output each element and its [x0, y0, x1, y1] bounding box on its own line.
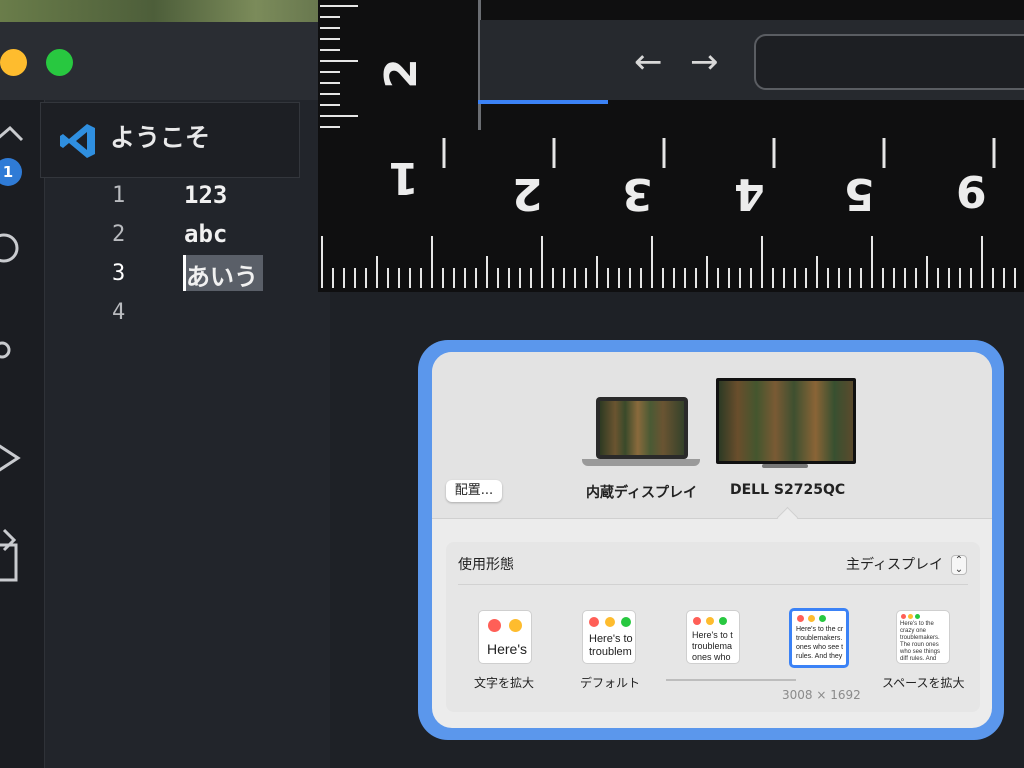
- explorer-icon: [0, 125, 24, 142]
- run-debug-icon: [0, 444, 21, 472]
- minimize-dot-icon: [808, 615, 815, 622]
- vscode-logo-icon: [60, 124, 95, 158]
- resolution-scale-track: [666, 679, 796, 681]
- usage-select[interactable]: 主ディスプレイ: [846, 554, 943, 574]
- external-display-thumbnail[interactable]: [716, 378, 856, 464]
- tab-label: ようこそ: [110, 123, 211, 152]
- ruler-number: 2: [375, 58, 427, 89]
- display-arrangement-area: [432, 352, 992, 519]
- activity-icons: [0, 125, 24, 582]
- source-control-icon: [0, 341, 11, 359]
- close-dot-icon: [797, 615, 804, 622]
- close-dot-icon: [901, 614, 906, 619]
- preview-text: Here's to the cr troublemakers. ones who…: [796, 626, 844, 660]
- resolution-label-larger-text: 文字を拡大: [474, 676, 535, 690]
- line-number: 4: [112, 300, 126, 325]
- ruler-number: 4: [734, 168, 765, 219]
- close-dot-icon: [488, 619, 501, 632]
- line-number-active: 3: [112, 261, 126, 286]
- resolution-value: 3008 × 1692: [782, 688, 861, 702]
- resolution-label-default: デフォルト: [580, 676, 641, 690]
- display-name-label: DELL S2725QC: [730, 482, 846, 498]
- resolution-option-default[interactable]: Here's to troublem: [582, 610, 636, 664]
- resolution-label-more-space: スペースを拡大: [882, 676, 965, 690]
- minimize-dot-icon: [605, 617, 615, 627]
- laptop-base: [582, 459, 700, 466]
- preview-text: Here's to t troublema ones who: [692, 630, 733, 662]
- ruler-number: 1: [388, 152, 419, 203]
- activity-bar: 1: [0, 100, 45, 768]
- display-name-label: 内蔵ディスプレイ: [586, 485, 698, 501]
- ruler-number: 6: [956, 168, 987, 219]
- resolution-option-larger-text[interactable]: Here's: [478, 610, 532, 664]
- back-icon[interactable]: ←: [634, 42, 663, 82]
- zoom-button[interactable]: [46, 49, 73, 76]
- line-number: 2: [112, 222, 126, 247]
- resolution-option-3[interactable]: Here's to t troublema ones who: [686, 610, 740, 664]
- minimize-dot-icon: [908, 614, 913, 619]
- usage-label: 使用形態: [458, 557, 514, 573]
- zoom-dot-icon: [819, 615, 826, 622]
- ruler-vertical-piece: 2: [318, 0, 481, 130]
- code-line[interactable]: あいう: [186, 257, 258, 292]
- extensions-icon: [0, 543, 18, 582]
- ruler-number: 2: [512, 168, 543, 219]
- ruler-number: 3: [622, 168, 653, 219]
- wallpaper-preview: [719, 381, 853, 461]
- resolution-option-4-selected[interactable]: Here's to the cr troublemakers. ones who…: [789, 608, 849, 668]
- close-dot-icon: [693, 617, 701, 625]
- wallpaper-preview: [600, 401, 684, 455]
- line-number: 1: [112, 183, 126, 208]
- preview-text: Here's to troublem: [589, 633, 633, 658]
- minimize-dot-icon: [706, 617, 714, 625]
- close-dot-icon: [589, 617, 599, 627]
- address-bar[interactable]: [754, 34, 1024, 90]
- preview-text: Here's: [487, 641, 528, 657]
- resolution-option-more-space[interactable]: Here's to the crazy one troublemakers. T…: [896, 610, 950, 664]
- active-tab-indicator: [478, 100, 608, 104]
- zoom-dot-icon: [621, 617, 631, 627]
- search-icon: [0, 233, 19, 263]
- extensions-corner-icon: [2, 528, 17, 552]
- monitor-stand: [762, 464, 808, 468]
- zoom-dot-icon: [719, 617, 727, 625]
- text-cursor: [183, 255, 186, 291]
- code-line[interactable]: 123: [184, 181, 227, 209]
- ruler-number: 5: [844, 168, 875, 219]
- chevron-updown-icon[interactable]: ⌃ ⌄: [951, 555, 967, 575]
- divider: [458, 584, 968, 585]
- arrange-button[interactable]: 配置...: [446, 480, 502, 502]
- preview-text: Here's to the crazy one troublemakers. T…: [900, 621, 941, 662]
- zoom-dot-icon: [915, 614, 920, 619]
- forward-icon[interactable]: →: [690, 42, 719, 82]
- minimize-dot-icon: [509, 619, 522, 632]
- minimize-button[interactable]: [0, 49, 27, 76]
- builtin-display-thumbnail[interactable]: [596, 397, 688, 459]
- code-line[interactable]: abc: [184, 220, 227, 248]
